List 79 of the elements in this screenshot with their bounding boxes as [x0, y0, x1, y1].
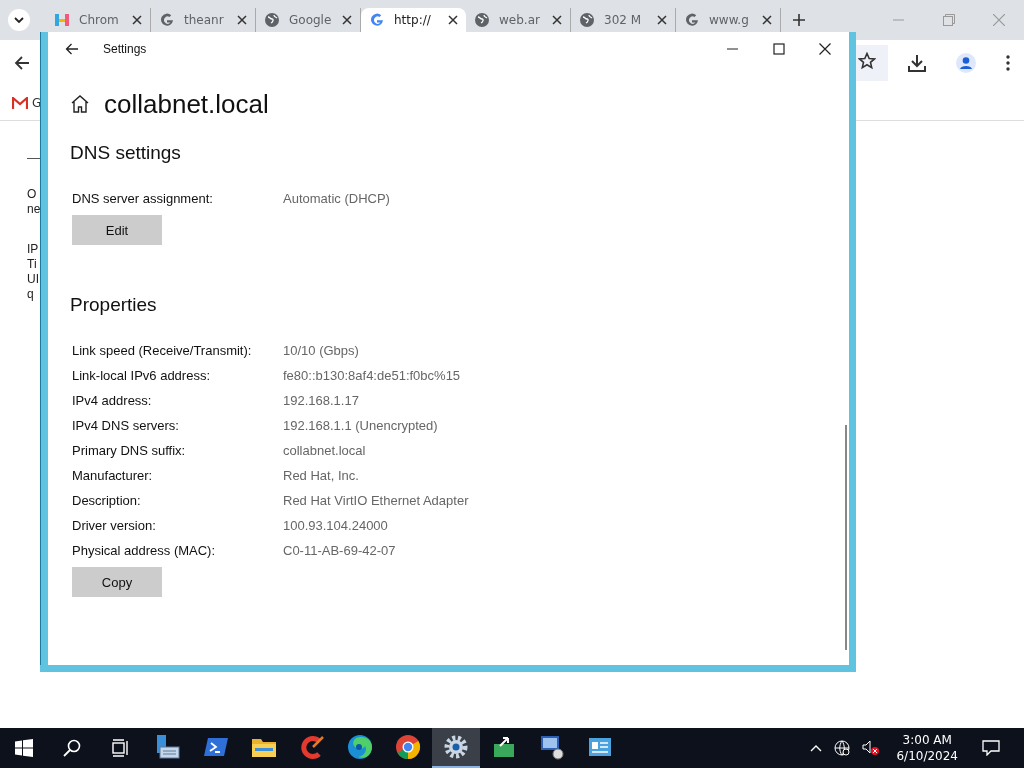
back-arrow-icon[interactable]: [65, 43, 79, 55]
mail-logo-icon[interactable]: [12, 97, 28, 109]
property-value: Red Hat, Inc.: [283, 468, 359, 483]
menu-icon[interactable]: [1006, 55, 1010, 71]
close-tab-icon[interactable]: [552, 15, 562, 25]
property-value: 192.168.1.1 (Unencrypted): [283, 418, 438, 433]
network-drive-icon: [491, 734, 517, 760]
page-text: ne: [27, 202, 39, 217]
back-arrow-icon[interactable]: [14, 55, 30, 71]
property-value: 10/10 (Gbps): [283, 343, 359, 358]
clock-time[interactable]: 3:00 AM: [902, 732, 952, 748]
property-value: Red Hat VirtIO Ethernet Adapter: [283, 493, 469, 508]
star-icon[interactable]: [858, 52, 876, 70]
taskbar-app[interactable]: [432, 728, 480, 768]
server-icon: [155, 734, 181, 760]
wave-logo-icon: [347, 734, 373, 760]
property-label: DNS server assignment:: [72, 191, 214, 206]
computer-icon: [539, 734, 565, 760]
speaker-muted-icon[interactable]: [862, 740, 881, 756]
profile-icon[interactable]: [956, 53, 976, 73]
property-label: Driver version:: [72, 518, 157, 533]
bookmark-label[interactable]: G: [32, 96, 42, 110]
browser-logo-icon: [395, 734, 421, 760]
maximize-icon[interactable]: [773, 43, 785, 55]
property-value: 192.168.1.17: [283, 393, 359, 408]
page-text: q: [27, 287, 35, 302]
g-logo-icon: [684, 12, 700, 28]
property-label: Physical address (MAC):: [72, 543, 217, 558]
task-view-icon[interactable]: [111, 739, 129, 757]
settings-icon: [443, 734, 469, 760]
section-heading: Properties: [70, 294, 158, 316]
globe-icon: [579, 12, 595, 28]
property-value: fe80::b130:8af4:de51:f0bc%15: [283, 368, 461, 383]
window-title: Settings: [103, 42, 147, 56]
close-tab-icon[interactable]: [132, 15, 142, 25]
property-value: 100.93.104.24000: [283, 518, 388, 533]
c-brush-icon: [299, 734, 325, 760]
property-value: collabnet.local: [283, 443, 366, 458]
property-label: Primary DNS suffix:: [72, 443, 187, 458]
chevron-down-icon: [14, 17, 24, 23]
download-icon[interactable]: [908, 54, 926, 72]
scrollbar[interactable]: [845, 425, 847, 650]
property-label: Link-local IPv6 address:: [72, 368, 211, 383]
home-icon[interactable]: [70, 94, 90, 114]
property-value: C0-11-AB-69-42-07: [283, 543, 396, 558]
search-icon[interactable]: [63, 739, 81, 757]
property-label: Link speed (Receive/Transmit):: [72, 343, 253, 358]
page-text: UI: [27, 272, 39, 287]
tab-search-button[interactable]: [8, 9, 30, 31]
property-value: Automatic (DHCP): [283, 191, 390, 206]
network-icon[interactable]: [834, 740, 851, 756]
g-logo-icon: [369, 12, 385, 28]
close-tab-icon[interactable]: [448, 15, 458, 25]
colorful-logo-icon: [54, 12, 70, 28]
close-icon[interactable]: [819, 43, 831, 55]
clock-date[interactable]: 6/10/2024: [896, 748, 958, 764]
globe-icon: [474, 12, 490, 28]
page-text: IP: [27, 242, 39, 257]
browser-tab[interactable]: http://: [361, 8, 466, 32]
property-label: Description:: [72, 493, 142, 508]
action-button[interactable]: Edit: [72, 215, 162, 245]
page-text: Ti: [27, 257, 38, 272]
new-tab-icon[interactable]: [793, 14, 805, 26]
action-button[interactable]: Copy: [72, 567, 162, 597]
page-heading: collabnet.local: [104, 88, 269, 120]
close-tab-icon[interactable]: [657, 15, 667, 25]
chevron-up-icon[interactable]: [810, 744, 823, 752]
property-label: IPv4 address:: [72, 393, 153, 408]
close-tab-icon[interactable]: [762, 15, 772, 25]
close-tab-icon[interactable]: [342, 15, 352, 25]
g-logo-icon: [159, 12, 175, 28]
property-label: Manufacturer:: [72, 468, 154, 483]
start-icon[interactable]: [15, 739, 33, 757]
notifications-icon[interactable]: [982, 740, 1000, 756]
page-text: O: [27, 187, 38, 202]
close-tab-icon[interactable]: [237, 15, 247, 25]
globe-icon: [264, 12, 280, 28]
property-label: IPv4 DNS servers:: [72, 418, 180, 433]
section-heading: DNS settings: [70, 142, 182, 164]
